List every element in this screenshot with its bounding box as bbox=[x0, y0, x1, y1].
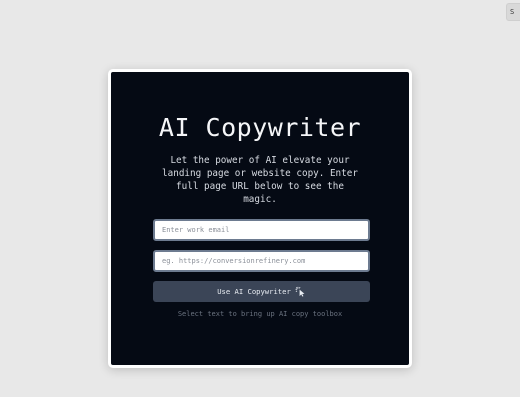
page: S AI Copywriter Let the power of AI elev… bbox=[0, 0, 520, 397]
toolbox-hint: Select text to bring up AI copy toolbox bbox=[177, 310, 343, 318]
copywriter-widget: AI Copywriter Let the power of AI elevat… bbox=[111, 72, 409, 365]
widget-description: Let the power of AI elevate your landing… bbox=[162, 155, 358, 205]
use-ai-copywriter-button[interactable]: Use AI Copywriter bbox=[153, 281, 370, 302]
magic-cursor-icon bbox=[295, 286, 306, 297]
copywriter-widget-frame: AI Copywriter Let the power of AI elevat… bbox=[108, 69, 412, 368]
corner-tab[interactable]: S bbox=[506, 3, 520, 21]
email-field[interactable] bbox=[153, 219, 370, 241]
page-url-field[interactable] bbox=[153, 250, 370, 272]
corner-tab-label: S bbox=[510, 8, 515, 16]
use-ai-copywriter-button-label: Use AI Copywriter bbox=[217, 287, 291, 296]
widget-title: AI Copywriter bbox=[158, 113, 362, 142]
